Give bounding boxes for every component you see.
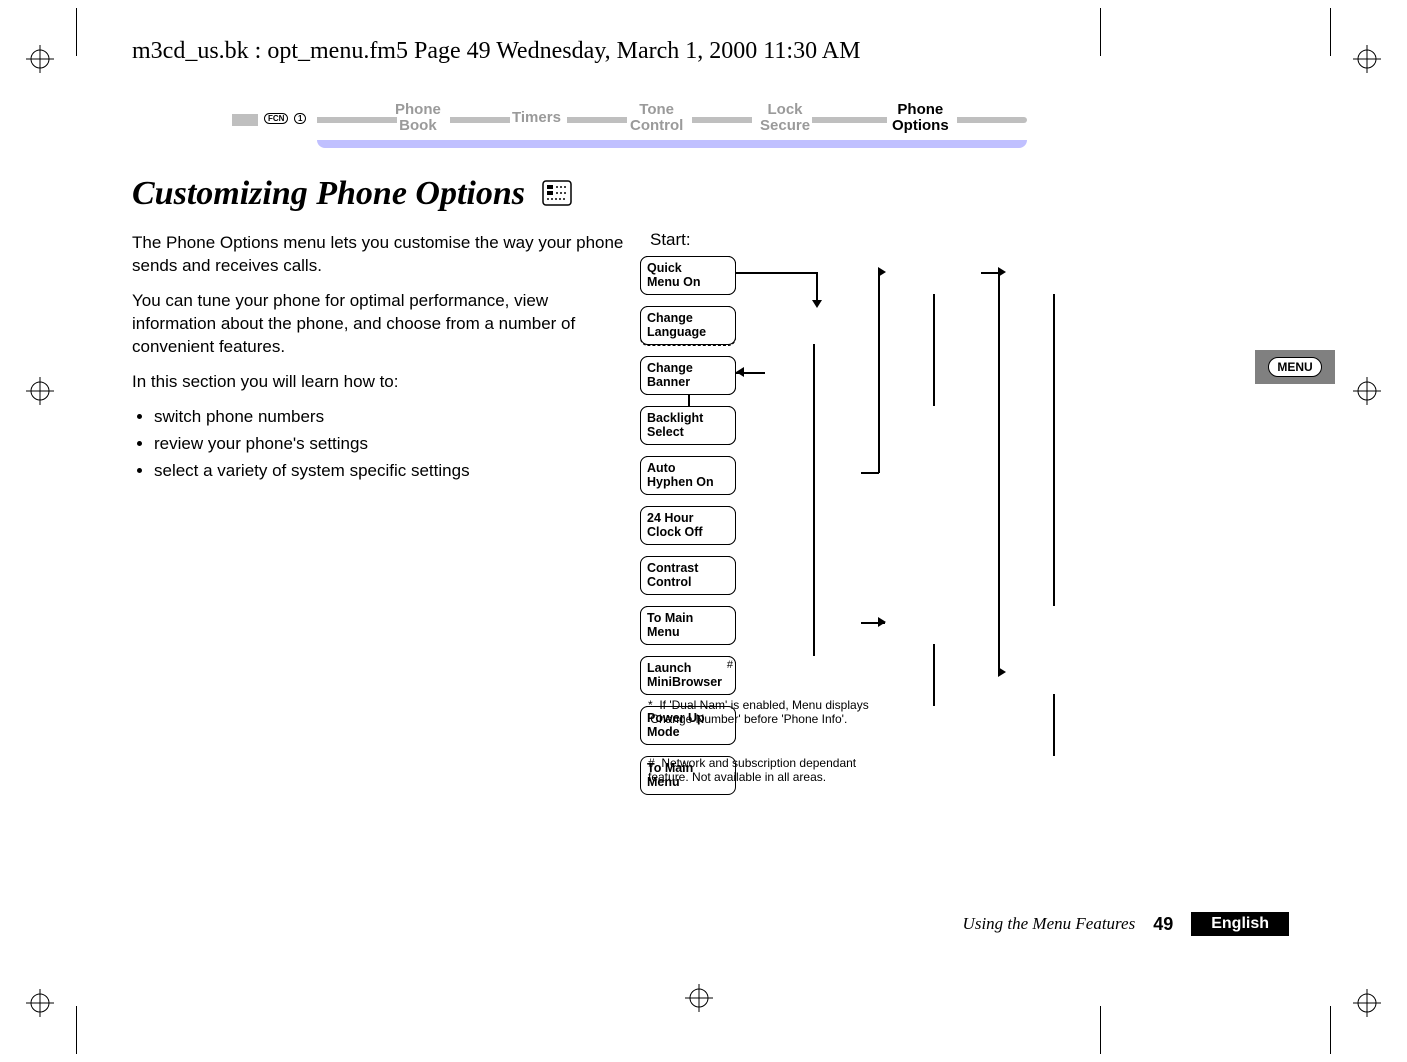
trim-line [1100, 8, 1101, 56]
arrow-right-icon [998, 667, 1006, 677]
bullet-item: select a variety of system specific sett… [154, 460, 632, 483]
nav-item-timers: Timers [512, 110, 561, 126]
trim-line [1330, 1006, 1331, 1054]
connector [878, 272, 880, 473]
page-footer: Using the Menu Features 49 English [963, 912, 1289, 936]
note-text: Network and subscription dependant featu… [648, 756, 856, 784]
box-launch-minibrowser: LaunchMiniBrowser # [640, 656, 736, 695]
intro-para-1: The Phone Options menu lets you customis… [132, 232, 632, 278]
box-quick-menu: QuickMenu On [640, 256, 736, 295]
nav-item-tonecontrol: ToneControl [630, 102, 683, 134]
side-tab-menu: MENU [1255, 350, 1335, 384]
page-title: Customizing Phone Options [132, 175, 572, 215]
arrow-right-icon [998, 267, 1006, 277]
footnote-star: * If 'Dual Nam' is enabled, Menu display… [648, 698, 878, 727]
crop-mark-icon [1353, 45, 1381, 73]
label: Secure [760, 117, 810, 134]
label: Options [892, 117, 949, 134]
box-to-main-menu: To MainMenu [640, 606, 736, 645]
box-contrast-control: ContrastControl [640, 556, 736, 595]
connector [813, 344, 815, 656]
crop-mark-icon [1353, 377, 1381, 405]
note-text: If 'Dual Nam' is enabled, Menu displays … [648, 698, 869, 726]
crop-mark-icon [26, 989, 54, 1017]
bullet-item: review your phone's settings [154, 433, 632, 456]
label: Tone [639, 101, 674, 118]
nav-start-block [232, 114, 258, 126]
hash-marker: # [727, 659, 733, 672]
menu-breadcrumb: FCN 1 PhoneBook Timers ToneControl LockS… [232, 100, 1042, 160]
label: Phone [897, 101, 943, 118]
connector [998, 272, 1000, 672]
title-text: Customizing Phone Options [132, 175, 525, 212]
box-backlight-select: BacklightSelect [640, 406, 736, 445]
connector [861, 472, 879, 474]
label: Book [399, 117, 437, 134]
crop-mark-icon [1353, 989, 1381, 1017]
trim-line [76, 8, 77, 56]
start-label: Start: [650, 230, 691, 250]
connector [688, 394, 690, 406]
box-24hour-clock: 24 HourClock Off [640, 506, 736, 545]
label: LaunchMiniBrowser [647, 661, 722, 689]
trim-line [1330, 8, 1331, 56]
label: Lock [768, 101, 803, 118]
footer-section: Using the Menu Features [963, 914, 1136, 934]
connector [736, 272, 816, 274]
connector [933, 644, 935, 706]
connector [933, 294, 935, 406]
nav-item-locksecure: LockSecure [760, 102, 810, 134]
box-auto-hyphen: AutoHyphen On [640, 456, 736, 495]
body-text: The Phone Options menu lets you customis… [132, 232, 632, 486]
connector [1053, 694, 1055, 756]
label: Control [630, 117, 683, 134]
footnote-hash: # Network and subscription dependant fea… [648, 756, 878, 785]
label: Timers [512, 109, 561, 126]
page-header-line: m3cd_us.bk : opt_menu.fm5 Page 49 Wednes… [132, 38, 860, 65]
connector [1053, 294, 1055, 606]
crop-mark-icon [26, 377, 54, 405]
arrow-down-icon [812, 300, 822, 308]
arrow-left-icon [736, 367, 744, 377]
trim-line [76, 1006, 77, 1054]
footer-language: English [1191, 912, 1289, 936]
nav-item-phonebook: PhoneBook [395, 102, 441, 134]
box-change-language: ChangeLanguage [640, 306, 736, 345]
fcn-key-icon: FCN [264, 113, 288, 124]
arrow-right-icon [878, 267, 886, 277]
options-icon [542, 177, 572, 215]
intro-para-2: You can tune your phone for optimal perf… [132, 290, 632, 359]
label: Phone [395, 101, 441, 118]
arrow-right-icon [878, 617, 886, 627]
intro-para-3: In this section you will learn how to: [132, 371, 632, 394]
connector [981, 272, 999, 274]
bullet-item: switch phone numbers [154, 406, 632, 429]
trim-line [1100, 1006, 1101, 1054]
one-key-icon: 1 [294, 113, 306, 124]
menu-key-icon: MENU [1268, 357, 1321, 377]
crop-mark-icon [26, 45, 54, 73]
connector [816, 272, 818, 302]
footer-page-number: 49 [1153, 914, 1173, 935]
nav-underline [317, 140, 1027, 148]
box-change-banner: ChangeBanner [640, 356, 736, 395]
nav-item-phoneoptions: PhoneOptions [892, 102, 949, 134]
crop-mark-icon [685, 984, 713, 1012]
